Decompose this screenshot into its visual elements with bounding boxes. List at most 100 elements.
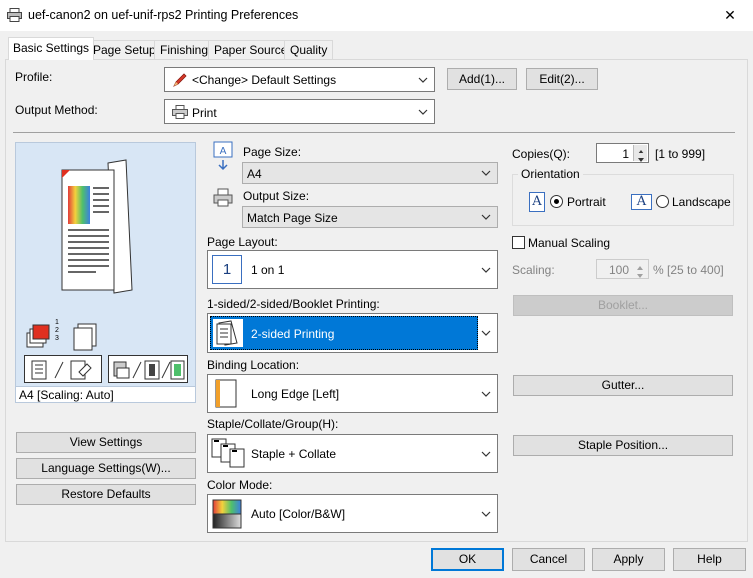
scaling-spinner[interactable]: 100 <box>596 259 649 279</box>
chevron-down-icon <box>418 77 428 83</box>
page-layout-select[interactable]: 1 1 on 1 <box>207 250 498 289</box>
arrow-down-icon <box>637 274 643 278</box>
copies-down-button[interactable] <box>633 153 647 162</box>
chevron-down-icon <box>481 214 491 220</box>
preview-caption: A4 [Scaling: Auto] <box>19 388 114 402</box>
chevron-down-icon <box>418 109 428 115</box>
scaling-value: 100 <box>608 263 629 277</box>
chevron-down-icon <box>481 511 491 517</box>
ok-button[interactable]: OK <box>431 548 504 571</box>
color-mode-select[interactable]: Auto [Color/B&W] <box>207 494 498 533</box>
tab-finishing[interactable]: Finishing <box>154 40 215 59</box>
copies-up-button[interactable] <box>633 145 647 154</box>
gutter-button[interactable]: Gutter... <box>513 375 733 396</box>
staple-select[interactable]: Staple + Collate <box>207 434 498 473</box>
binding-value: Long Edge [Left] <box>251 387 340 401</box>
preview-caption-bar: A4 [Scaling: Auto] <box>15 386 196 403</box>
page-size-icon: A <box>213 141 233 176</box>
chevron-down-icon <box>481 391 491 397</box>
output-method-select[interactable]: Print <box>164 99 435 124</box>
close-button[interactable]: ✕ <box>707 0 753 31</box>
binding-icon <box>213 379 239 412</box>
profile-select[interactable]: <Change> Default Settings <box>164 67 435 92</box>
output-size-value: Match Page Size <box>247 211 338 225</box>
separator <box>13 132 735 133</box>
color-mode-icon <box>212 499 242 532</box>
portrait-radio[interactable] <box>550 195 563 208</box>
chevron-down-icon <box>481 330 491 336</box>
tab-quality[interactable]: Quality <box>284 40 334 59</box>
duplex-value: 2-sided Printing <box>251 327 335 341</box>
collate-number-3: 3 <box>55 335 59 342</box>
scaling-label: Scaling: <box>512 263 555 277</box>
add-profile-button[interactable]: Add(1)... <box>447 68 517 90</box>
landscape-radio[interactable] <box>656 195 669 208</box>
profile-label: Profile: <box>15 70 53 84</box>
staple-collate-icon <box>211 438 245 473</box>
settings-view-button[interactable] <box>108 355 188 383</box>
chevron-down-icon <box>481 451 491 457</box>
landscape-label: Landscape <box>672 195 731 209</box>
booklet-button[interactable]: Booklet... <box>513 295 733 316</box>
staple-label: Staple/Collate/Group(H): <box>207 417 339 431</box>
printer-view-button[interactable] <box>24 355 102 383</box>
page-size-label: Page Size: <box>243 145 302 159</box>
manual-scaling-checkbox[interactable] <box>512 236 525 249</box>
duplex-label: 1-sided/2-sided/Booklet Printing: <box>207 297 380 311</box>
scaling-up-button[interactable] <box>633 261 647 270</box>
binding-select[interactable]: Long Edge [Left] <box>207 374 498 413</box>
page-layout-label: Page Layout: <box>207 235 278 249</box>
page-size-select[interactable]: A4 <box>242 162 498 184</box>
output-size-icon <box>213 188 233 211</box>
output-size-select[interactable]: Match Page Size <box>242 206 498 228</box>
copies-range: [1 to 999] <box>655 147 706 161</box>
scaling-down-button[interactable] <box>633 269 647 278</box>
document-preview-icon <box>56 158 136 301</box>
scaling-range: % [25 to 400] <box>653 263 724 277</box>
page-size-value: A4 <box>247 167 262 181</box>
preview-area: 1 2 3 <box>15 142 196 402</box>
chevron-down-icon <box>481 267 491 273</box>
printer-icon <box>7 8 22 25</box>
close-icon: ✕ <box>724 7 736 23</box>
output-method-label: Output Method: <box>15 103 98 117</box>
output-method-value: Print <box>192 106 217 120</box>
language-settings-button[interactable]: Language Settings(W)... <box>16 458 196 479</box>
staple-position-button[interactable]: Staple Position... <box>513 435 733 456</box>
page-layout-value: 1 on 1 <box>251 263 285 277</box>
color-mode-value: Auto [Color/B&W] <box>251 507 346 521</box>
copies-spinner[interactable]: 1 <box>596 143 649 163</box>
copies-label: Copies(Q): <box>512 147 571 161</box>
edit-profile-button[interactable]: Edit(2)... <box>526 68 598 90</box>
page-flip-icon <box>31 360 97 383</box>
view-mode-icon <box>113 360 185 383</box>
title-bar: uef-canon2 on uef-unif-rps2 Printing Pre… <box>0 0 753 31</box>
duplex-selected-row: 2-sided Printing <box>210 316 478 350</box>
tab-basic-settings[interactable]: Basic Settings <box>8 37 95 60</box>
print-icon <box>172 105 188 122</box>
landscape-icon: A <box>631 194 652 210</box>
staple-value: Staple + Collate <box>251 447 337 461</box>
cancel-button[interactable]: Cancel <box>512 548 585 571</box>
portrait-label: Portrait <box>567 195 606 209</box>
view-settings-button[interactable]: View Settings <box>16 432 196 453</box>
duplex-icon <box>213 319 243 347</box>
collate-stack-icon <box>26 321 56 354</box>
tab-paper-source[interactable]: Paper Source <box>208 40 294 59</box>
tab-page-setup[interactable]: Page Setup <box>87 40 162 59</box>
pencil-icon <box>172 72 188 91</box>
help-button[interactable]: Help <box>673 548 746 571</box>
window-title: uef-canon2 on uef-unif-rps2 Printing Pre… <box>28 8 299 22</box>
arrow-down-icon <box>638 158 644 162</box>
output-size-label: Output Size: <box>243 189 310 203</box>
restore-defaults-button[interactable]: Restore Defaults <box>16 484 196 505</box>
apply-button[interactable]: Apply <box>592 548 665 571</box>
collate-number-2: 2 <box>55 327 59 334</box>
orientation-label: Orientation <box>518 167 583 181</box>
duplex-select[interactable]: 2-sided Printing <box>207 313 498 353</box>
binding-label: Binding Location: <box>207 358 300 372</box>
collate-number-1: 1 <box>55 319 59 326</box>
page-layout-icon: 1 <box>212 255 242 284</box>
copies-stack-icon <box>72 323 98 354</box>
chevron-down-icon <box>481 170 491 176</box>
